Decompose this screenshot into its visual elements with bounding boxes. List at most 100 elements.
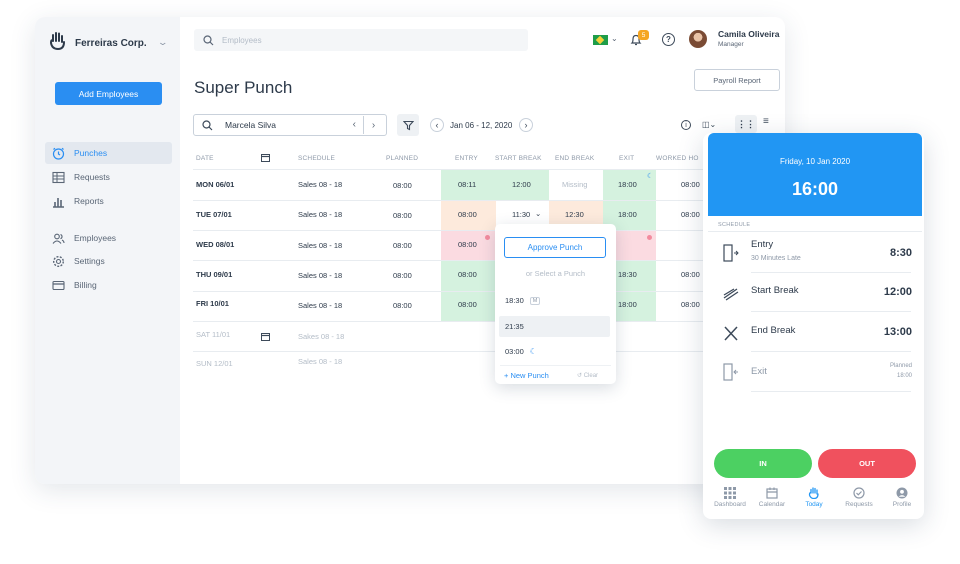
chevron-right-icon[interactable]: › (363, 116, 383, 134)
moon-icon: ☾ (529, 347, 537, 356)
fork-knife-icon (724, 326, 738, 341)
search-placeholder: Employees (222, 35, 262, 45)
sidebar-item-requests[interactable]: Requests (45, 166, 172, 188)
alert-dot-icon (647, 235, 652, 240)
moon-icon: ☾ (647, 173, 654, 180)
user-name[interactable]: Camila Oliveira (718, 29, 779, 39)
row-date: TUE 07/01 (196, 210, 232, 219)
tab-profile[interactable]: Profile (880, 487, 924, 508)
sidebar-item-label: Billing (74, 280, 97, 290)
clear-link[interactable]: ↺ Clear (577, 372, 598, 379)
row-entry[interactable]: 08:00 (458, 210, 477, 219)
punch-time: 18:30 (505, 296, 524, 305)
chevron-down-icon[interactable]: ⌄ (157, 37, 168, 48)
select-punch-label: or Select a Punch (525, 269, 586, 278)
new-punch-link[interactable]: + New Punch (504, 371, 549, 380)
sidebar-item-employees[interactable]: Employees (45, 227, 172, 249)
row-start-break[interactable]: 12:00 (512, 180, 531, 189)
calendar-icon[interactable] (261, 332, 270, 341)
row-exit[interactable]: 18:30 (618, 270, 637, 279)
calendar-icon[interactable] (261, 153, 270, 162)
planned-label: Planned (889, 363, 912, 369)
event-time: 8:30 (889, 247, 912, 259)
schedule-label: SCHEDULE (718, 222, 751, 228)
row-date: WED 08/01 (196, 240, 235, 249)
row-end-break[interactable]: Missing (562, 180, 587, 189)
row-entry[interactable]: 08:00 (458, 300, 477, 309)
row-exit[interactable]: 18:00 (618, 210, 637, 219)
page-title: Super Punch (194, 78, 293, 97)
row-worked: 08:00 (681, 180, 700, 189)
col-header-start-break[interactable]: START BREAK (495, 155, 542, 162)
grid-view-icon[interactable]: ⋮⋮ (735, 115, 757, 133)
row-exit[interactable]: 18:00 (618, 300, 637, 309)
help-icon[interactable]: ? (662, 33, 675, 46)
col-header-date[interactable]: DATE (196, 155, 214, 162)
row-divider (193, 321, 780, 322)
tab-today[interactable]: Today (792, 487, 836, 508)
row-end-break[interactable]: 12:30 (565, 210, 584, 219)
chevron-down-icon[interactable]: ⌄ (611, 34, 618, 43)
add-employees-button[interactable]: Add Employees (55, 82, 162, 105)
gear-icon (52, 255, 65, 267)
event-time: 12:00 (883, 286, 912, 298)
brazil-flag-icon[interactable] (593, 35, 608, 45)
col-header-entry[interactable]: ENTRY (455, 155, 478, 162)
col-header-schedule[interactable]: SCHEDULE (298, 155, 335, 162)
event-name: End Break (751, 325, 796, 336)
punch-option[interactable]: 21:35 (499, 316, 610, 337)
tab-requests[interactable]: Requests (837, 487, 881, 508)
tab-dashboard[interactable]: Dashboard (708, 487, 752, 508)
avatar[interactable] (689, 30, 707, 48)
info-icon[interactable]: i (681, 120, 691, 130)
row-schedule: Sales 08 - 18 (298, 301, 343, 310)
alert-dot-icon (485, 235, 490, 240)
chevron-left-icon[interactable]: ‹ (353, 119, 356, 130)
row-entry[interactable]: 08:00 (458, 270, 477, 279)
row-entry[interactable]: 08:00 (458, 240, 477, 249)
sidebar-item-label: Punches (74, 148, 108, 158)
chevron-right-icon[interactable]: › (519, 118, 533, 132)
employee-selector[interactable]: Marcela Silva ‹ › (193, 114, 387, 136)
row-divider (193, 169, 780, 170)
divider (751, 272, 911, 273)
row-schedule: Sales 08 - 18 (298, 180, 343, 189)
tab-calendar[interactable]: Calendar (750, 487, 794, 508)
sidebar-item-punches[interactable]: Punches (45, 142, 172, 164)
sidebar-item-reports[interactable]: Reports (45, 190, 172, 212)
punch-in-button[interactable]: IN (714, 449, 812, 478)
user-icon (896, 487, 908, 499)
filter-button[interactable] (397, 114, 419, 136)
row-entry[interactable]: 08:11 (458, 180, 476, 189)
check-circle-icon (853, 487, 865, 499)
company-name[interactable]: Ferreiras Corp. (75, 38, 147, 49)
divider (751, 311, 911, 312)
list-view-icon[interactable]: ≡ (763, 116, 769, 127)
approve-punch-button[interactable]: Approve Punch (504, 237, 606, 258)
table-icon (52, 171, 65, 183)
col-header-end-break[interactable]: END BREAK (555, 155, 594, 162)
bar-chart-icon (53, 197, 64, 208)
row-start-break[interactable]: 11:30 (512, 210, 530, 219)
punch-option[interactable]: 18:30 M (499, 290, 610, 311)
col-header-planned[interactable]: PLANNED (386, 155, 418, 162)
payroll-report-button[interactable]: Payroll Report (694, 69, 780, 91)
row-date: THU 09/01 (196, 270, 233, 279)
sidebar-item-settings[interactable]: Settings (45, 250, 172, 272)
row-exit[interactable]: 18:00 (618, 180, 637, 189)
chevron-down-icon[interactable]: ⌄ (535, 209, 541, 218)
row-schedule: Sales 08 - 18 (298, 210, 343, 219)
punch-out-button[interactable]: OUT (818, 449, 916, 478)
chevron-left-icon[interactable]: ‹ (430, 118, 444, 132)
col-header-worked-hours[interactable]: WORKED HO (656, 155, 699, 162)
sidebar-item-billing[interactable]: Billing (45, 274, 172, 296)
alarm-clock-icon (52, 147, 65, 160)
notification-badge: 5 (638, 30, 649, 40)
columns-icon[interactable]: ◫⌄ (702, 120, 716, 129)
col-header-exit[interactable]: EXIT (619, 155, 634, 162)
punch-option[interactable]: 03:00 ☾ (499, 341, 610, 362)
row-date: SUN 12/01 (196, 359, 233, 368)
sidebar-item-label: Settings (74, 256, 105, 266)
row-planned: 08:00 (393, 181, 412, 190)
search-input[interactable]: Employees (194, 29, 528, 51)
